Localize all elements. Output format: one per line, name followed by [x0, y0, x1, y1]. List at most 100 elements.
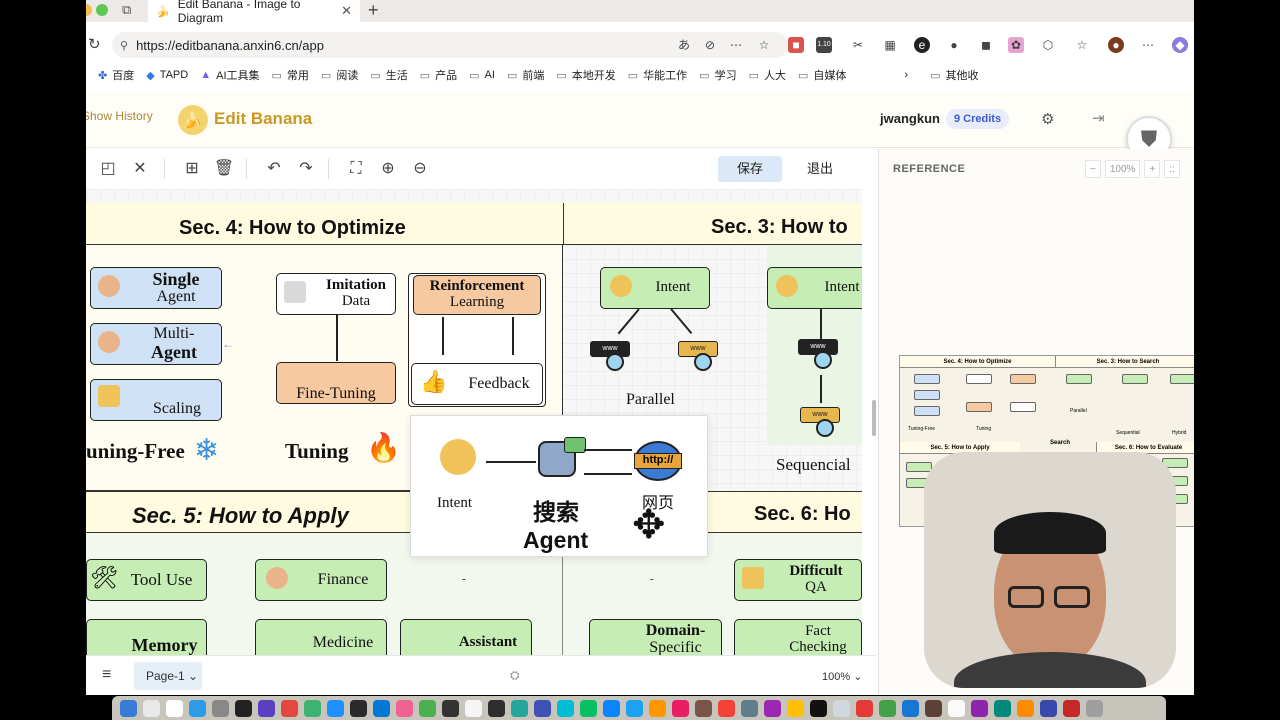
calendar-icon[interactable]: [166, 700, 183, 717]
add-icon[interactable]: ⊞: [180, 157, 204, 181]
ref-more-button[interactable]: ::: [1164, 160, 1180, 178]
gear-icon[interactable]: ⚙: [1041, 110, 1054, 128]
new-tab-icon[interactable]: +: [368, 0, 379, 20]
app-icon[interactable]: [465, 700, 482, 717]
app-icon[interactable]: [764, 700, 781, 717]
fact-checking-box[interactable]: Fact Checking: [734, 619, 862, 655]
undo-icon[interactable]: ↶: [262, 157, 286, 181]
fit-screen-icon[interactable]: ⛶: [344, 157, 368, 181]
app-icon[interactable]: [948, 700, 965, 717]
app-icon[interactable]: [626, 700, 643, 717]
reload-icon[interactable]: ↻: [88, 35, 101, 53]
app-icon[interactable]: [327, 700, 344, 717]
extension-square-icon[interactable]: ◼: [978, 37, 994, 53]
app-icon[interactable]: [304, 700, 321, 717]
puzzle-icon[interactable]: ⬡: [1040, 37, 1056, 53]
extension-e-icon[interactable]: e: [914, 37, 930, 53]
app-icon[interactable]: [557, 700, 574, 717]
close-tab-icon[interactable]: ✕: [341, 3, 352, 19]
extension-circle-icon[interactable]: ●: [946, 37, 962, 53]
assistant-box[interactable]: Assistant: [400, 619, 532, 655]
app-icon[interactable]: [396, 700, 413, 717]
extension-grid-icon[interactable]: ▦: [882, 37, 898, 53]
translate-icon[interactable]: あ: [676, 37, 692, 53]
move-cursor-icon[interactable]: ✥: [632, 505, 666, 545]
maximize-icon[interactable]: [96, 4, 108, 16]
tools-icon[interactable]: ✕: [128, 157, 152, 181]
app-icon[interactable]: [419, 700, 436, 717]
show-history-button[interactable]: Show History: [86, 109, 153, 123]
bookmark-folder[interactable]: ▭ 前端: [507, 67, 544, 83]
hamburger-menu-icon[interactable]: ≡: [102, 666, 111, 684]
favorites-icon[interactable]: ☆: [1074, 37, 1090, 53]
app-icon[interactable]: [1017, 700, 1034, 717]
memory-box[interactable]: Memory: [86, 619, 207, 655]
reinforcement-learning-box[interactable]: Reinforcement Learning: [413, 275, 541, 315]
bookmark-folder[interactable]: ▭ 人大: [749, 67, 786, 83]
logout-icon[interactable]: ⇥: [1092, 109, 1105, 127]
finder-icon[interactable]: [120, 700, 137, 717]
settings-icon[interactable]: [212, 700, 229, 717]
bookmark-folder[interactable]: ▭ 学习: [699, 67, 736, 83]
terminal-icon[interactable]: [235, 700, 252, 717]
app-icon[interactable]: [488, 700, 505, 717]
app-icon[interactable]: [603, 700, 620, 717]
canvas-scrollbar[interactable]: [872, 400, 876, 436]
ref-zoom-in-button[interactable]: +: [1144, 160, 1161, 178]
eye-off-icon[interactable]: ⊘: [702, 37, 718, 53]
collapse-arrow-icon[interactable]: ←: [222, 337, 234, 351]
bookmarks-overflow-chevron-icon[interactable]: ›: [904, 69, 908, 81]
app-icon[interactable]: [350, 700, 367, 717]
browser-tab[interactable]: 🍌 Edit Banana - Image to Diagram ✕: [148, 0, 360, 25]
bookmark-folder[interactable]: ▭ 生活: [370, 67, 407, 83]
app-icon[interactable]: [902, 700, 919, 717]
star-icon[interactable]: ☆: [756, 37, 772, 53]
app-icon[interactable]: [994, 700, 1011, 717]
bookmark-item[interactable]: ◆ TAPD: [146, 69, 188, 82]
medicine-box[interactable]: Medicine: [255, 619, 387, 655]
app-icon[interactable]: [741, 700, 758, 717]
app-icon[interactable]: [787, 700, 804, 717]
app-icon[interactable]: [511, 700, 528, 717]
app-icon[interactable]: [879, 700, 896, 717]
bookmark-folder[interactable]: ▭ 产品: [420, 67, 457, 83]
profile-icon[interactable]: ●: [1108, 37, 1124, 53]
page-tab[interactable]: Page-1 ⌄: [134, 662, 202, 690]
bookmark-folder[interactable]: ▭ 华能工作: [628, 67, 687, 83]
ref-zoom-out-button[interactable]: −: [1085, 160, 1101, 178]
app-icon[interactable]: [649, 700, 666, 717]
wechat-icon[interactable]: [580, 700, 597, 717]
diagram-canvas[interactable]: Sec. 4: How to Optimize Sec. 3: How to S…: [86, 189, 862, 655]
app-icon[interactable]: [281, 700, 298, 717]
vscode-icon[interactable]: [373, 700, 390, 717]
app-icon[interactable]: [534, 700, 551, 717]
extension-badge-icon[interactable]: 1.10: [816, 37, 832, 53]
bookmark-folder[interactable]: ▭ 本地开发: [556, 67, 615, 83]
more-circle-icon[interactable]: ⋯: [728, 37, 744, 53]
bookmark-item[interactable]: ▲ AI工具集: [200, 67, 259, 83]
copilot-icon[interactable]: ◆: [1172, 37, 1188, 53]
trash-icon[interactable]: [1086, 700, 1103, 717]
app-icon[interactable]: [442, 700, 459, 717]
scissors-icon[interactable]: ✂: [850, 37, 866, 53]
app-icon[interactable]: [971, 700, 988, 717]
delete-icon[interactable]: 🗑: [212, 157, 236, 181]
bookmark-item[interactable]: ✤ 百度: [98, 67, 134, 83]
app-icon[interactable]: [856, 700, 873, 717]
app-icon[interactable]: [810, 700, 827, 717]
extension-red-icon[interactable]: ■: [788, 37, 804, 53]
tab-groups-icon[interactable]: ⧉: [122, 2, 131, 18]
launchpad-icon[interactable]: [143, 700, 160, 717]
bookmark-folder[interactable]: ▭ 常用: [272, 67, 309, 83]
save-button[interactable]: 保存: [718, 156, 782, 182]
redo-icon[interactable]: ↷: [294, 157, 318, 181]
site-info-icon[interactable]: ⚲: [120, 39, 128, 52]
app-icon[interactable]: [1040, 700, 1057, 717]
app-icon[interactable]: [718, 700, 735, 717]
zoom-select[interactable]: 100% ⌄: [822, 670, 862, 683]
domain-specific-box[interactable]: Domain- Specific: [589, 619, 722, 655]
zoom-out-icon[interactable]: ⊖: [408, 157, 432, 181]
app-icon[interactable]: [695, 700, 712, 717]
app-icon[interactable]: [833, 700, 850, 717]
zoom-in-icon[interactable]: ⊕: [376, 157, 400, 181]
